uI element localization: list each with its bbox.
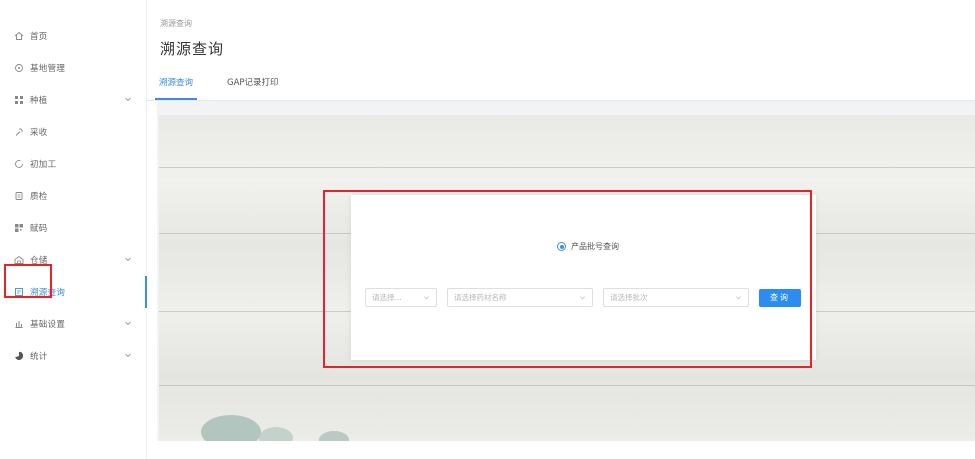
process-icon: [12, 157, 26, 171]
sidebar-item-label: 首页: [30, 32, 48, 42]
grid-icon: [12, 93, 26, 107]
product-select-placeholder: 请选择药材名称: [454, 293, 507, 302]
sidebar-item-label: 统计: [30, 352, 48, 362]
settings-icon: [12, 317, 26, 331]
harvest-icon: [12, 125, 26, 139]
inspect-icon: [12, 189, 26, 203]
chevron-down-icon: [580, 296, 585, 300]
plank-line: [159, 385, 975, 386]
tab-gap-print[interactable]: GAP记录打印: [227, 78, 279, 100]
query-filters: 请选择... 请选择药材名称 请选择批次 查询: [365, 288, 801, 307]
page-title: 溯源查询: [160, 40, 225, 58]
tab-bar: 溯源查询 GAP记录打印: [154, 78, 313, 100]
product-select[interactable]: 请选择药材名称: [447, 288, 593, 307]
location-icon: [12, 61, 26, 75]
chevron-down-icon: [125, 353, 131, 358]
sidebar-item-statistics[interactable]: 统计: [0, 340, 146, 372]
chevron-down-icon: [125, 97, 131, 102]
wood-background-image: 产品批号查询 请选择... 请选择药材名称 请选择批次 查询: [159, 115, 975, 441]
sidebar-item-label: 赋码: [30, 224, 48, 234]
tab-trace-query[interactable]: 溯源查询: [154, 78, 198, 100]
query-button[interactable]: 查询: [759, 288, 801, 307]
sidebar-item-processing[interactable]: 初加工: [0, 148, 146, 180]
chevron-down-icon: [424, 296, 429, 300]
sidebar-item-label: 溯源查询: [30, 288, 66, 298]
chevron-down-icon: [125, 321, 131, 326]
sidebar-item-base[interactable]: 基地管理: [0, 52, 146, 84]
batch-select[interactable]: 请选择批次: [603, 288, 749, 307]
sidebar-item-label: 采收: [30, 128, 48, 138]
sidebar-item-label: 质检: [30, 192, 48, 202]
sidebar-item-home[interactable]: 首页: [0, 20, 146, 52]
sidebar-item-trace-query[interactable]: 溯源查询: [0, 276, 147, 308]
sidebar-item-label: 仓储: [30, 256, 48, 266]
type-select-placeholder: 请选择...: [372, 293, 402, 302]
sidebar-item-coding[interactable]: 赋码: [0, 212, 146, 244]
chart-icon: [12, 349, 26, 363]
batch-select-placeholder: 请选择批次: [610, 293, 648, 302]
sidebar-item-basic-settings[interactable]: 基础设置: [0, 308, 146, 340]
sidebar-item-warehouse[interactable]: 仓储: [0, 244, 146, 276]
sidebar: 首页 基地管理 种植 采收 初加工 质检 赋码 仓储 溯源查询 基础设置 统计: [0, 0, 147, 459]
plank-line: [159, 167, 975, 168]
chevron-down-icon: [125, 257, 131, 262]
sidebar-item-inspection[interactable]: 质检: [0, 180, 146, 212]
main-content: 溯源查询 溯源查询 溯源查询 GAP记录打印 产品批号查询 请选择... 请选择…: [147, 0, 975, 459]
sidebar-item-planting[interactable]: 种植: [0, 84, 146, 116]
radio-button[interactable]: [557, 242, 566, 251]
breadcrumb: 溯源查询: [160, 19, 192, 28]
leaf-decoration: [319, 431, 349, 441]
leaf-decoration: [201, 415, 261, 441]
trace-icon: [12, 285, 26, 299]
leaf-decoration: [259, 427, 293, 441]
sidebar-item-label: 基地管理: [30, 64, 66, 74]
sidebar-menu: 首页 基地管理 种植 采收 初加工 质检 赋码 仓储 溯源查询 基础设置 统计: [0, 0, 147, 372]
sidebar-item-label: 初加工: [30, 160, 57, 170]
type-select[interactable]: 请选择...: [365, 288, 437, 307]
radio-batch-query[interactable]: 产品批号查询: [557, 241, 619, 252]
chevron-down-icon: [736, 296, 741, 300]
sidebar-item-label: 基础设置: [30, 320, 66, 330]
sidebar-item-label: 种植: [30, 96, 48, 106]
sidebar-item-harvest[interactable]: 采收: [0, 116, 146, 148]
radio-label: 产品批号查询: [571, 242, 619, 251]
qrcode-icon: [12, 221, 26, 235]
home-icon: [12, 29, 26, 43]
query-card: 产品批号查询 请选择... 请选择药材名称 请选择批次 查询: [351, 195, 816, 360]
warehouse-icon: [12, 253, 26, 267]
